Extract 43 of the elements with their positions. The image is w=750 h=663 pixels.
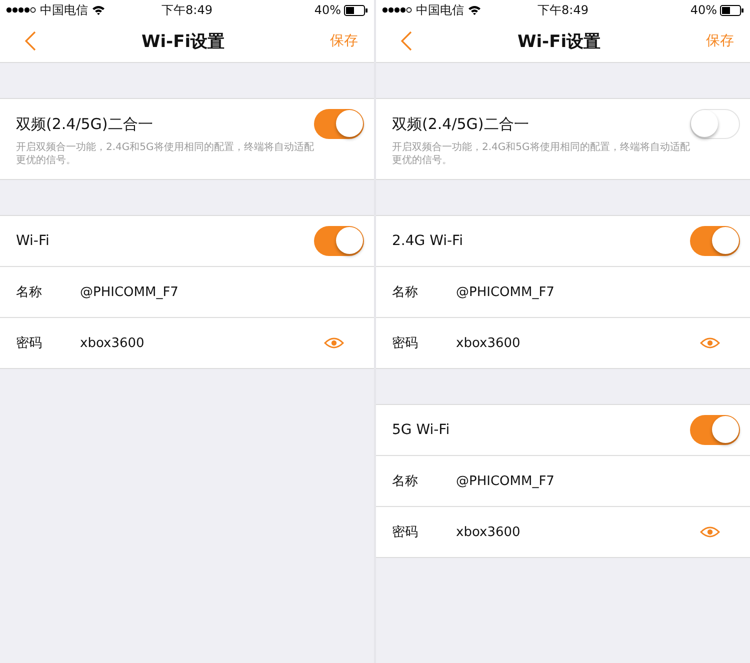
- signal-icon: [6, 7, 36, 13]
- carrier-name: 中国电信: [416, 2, 464, 18]
- status-time: 下午8:49: [162, 2, 212, 18]
- battery-percent: 40%: [690, 3, 718, 17]
- toggle-switch[interactable]: [314, 226, 364, 256]
- field-label: 名称: [392, 473, 419, 490]
- wifi-icon: [92, 5, 105, 15]
- dual-band-label: 双频(2.4/5G)二合一: [392, 114, 529, 134]
- field-value[interactable]: @PHICOMM_F7: [456, 284, 740, 300]
- battery-icon: [344, 4, 368, 16]
- field-value[interactable]: xbox3600: [456, 524, 700, 540]
- battery-percent: 40%: [314, 3, 342, 17]
- field-label: 密码: [392, 524, 419, 541]
- toggle-switch[interactable]: [690, 109, 740, 139]
- field-value[interactable]: xbox3600: [456, 336, 700, 350]
- eye-icon[interactable]: [700, 526, 720, 538]
- dual-band-description: 开启双频合一功能，2.4G和5G将使用相同的配置，终端将自动适配更优的信号。: [16, 141, 315, 167]
- carrier-name: 中国电信: [40, 2, 88, 18]
- status-time: 下午8:49: [538, 2, 588, 18]
- wifi-icon: [468, 5, 481, 15]
- field-label: 密码: [392, 335, 419, 352]
- wifi-label: Wi-Fi: [16, 233, 50, 249]
- page-title: Wi-Fi设置: [140, 30, 226, 52]
- eye-icon[interactable]: [324, 337, 344, 349]
- dual-band-label: 双频(2.4/5G)二合一: [16, 114, 153, 134]
- back-icon[interactable]: [24, 31, 36, 51]
- field-value[interactable]: @PHICOMM_F7: [80, 284, 364, 300]
- back-icon[interactable]: [400, 31, 412, 51]
- toggle-switch[interactable]: [690, 415, 740, 445]
- dual-band-description: 开启双频合一功能，2.4G和5G将使用相同的配置，终端将自动适配更优的信号。: [392, 141, 691, 167]
- wifi-label: 5G Wi-Fi: [392, 422, 451, 438]
- wifi-label: 2.4G Wi-Fi: [392, 233, 464, 249]
- field-label: 名称: [16, 284, 43, 301]
- battery-icon: [720, 4, 744, 16]
- page-title: Wi-Fi设置: [516, 30, 602, 52]
- field-label: 名称: [392, 284, 419, 301]
- toggle-switch[interactable]: [314, 109, 364, 139]
- eye-icon[interactable]: [700, 337, 720, 349]
- field-value[interactable]: @PHICOMM_F7: [456, 474, 740, 488]
- field-label: 密码: [16, 335, 43, 352]
- signal-icon: [382, 7, 412, 13]
- field-value[interactable]: xbox3600: [80, 336, 324, 350]
- toggle-switch[interactable]: [690, 226, 740, 256]
